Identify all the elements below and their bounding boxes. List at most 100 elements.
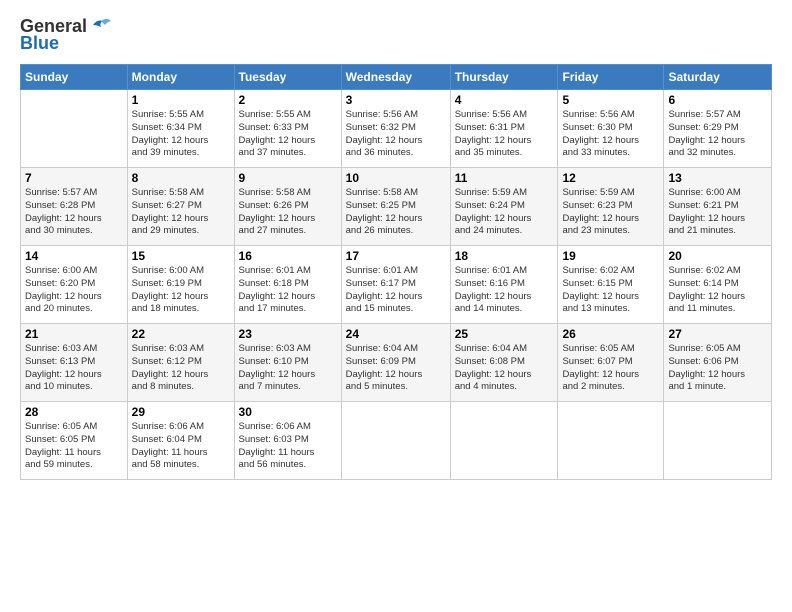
cell-2-5: 11 Sunrise: 5:59 AMSunset: 6:24 PMDayligh… (450, 168, 558, 246)
logo-bird-icon (89, 17, 111, 33)
header-row: SundayMondayTuesdayWednesdayThursdayFrid… (21, 65, 772, 90)
cell-4-4: 24 Sunrise: 6:04 AMSunset: 6:09 PMDayligh… (341, 324, 450, 402)
logo: General Blue (20, 16, 111, 54)
day-number: 30 (239, 405, 337, 419)
cell-content: Sunrise: 6:02 AMSunset: 6:15 PMDaylight:… (562, 265, 659, 316)
col-header-wednesday: Wednesday (341, 65, 450, 90)
cell-content: Sunrise: 6:05 AMSunset: 6:06 PMDaylight:… (668, 343, 767, 394)
day-number: 18 (455, 249, 554, 263)
cell-1-2: 1 Sunrise: 5:55 AMSunset: 6:34 PMDaylight… (127, 90, 234, 168)
cell-1-5: 4 Sunrise: 5:56 AMSunset: 6:31 PMDaylight… (450, 90, 558, 168)
day-number: 10 (346, 171, 446, 185)
week-row-1: 1 Sunrise: 5:55 AMSunset: 6:34 PMDaylight… (21, 90, 772, 168)
cell-5-2: 29Sunrise: 6:06 AMSunset: 6:04 PMDayligh… (127, 402, 234, 480)
cell-content: Sunrise: 6:06 AMSunset: 6:03 PMDaylight:… (239, 421, 337, 472)
cell-5-5 (450, 402, 558, 480)
calendar-table: SundayMondayTuesdayWednesdayThursdayFrid… (20, 64, 772, 480)
cell-content: Sunrise: 6:00 AMSunset: 6:19 PMDaylight:… (132, 265, 230, 316)
cell-5-1: 28 Sunrise: 6:05 AMSunset: 6:05 PMDayligh… (21, 402, 128, 480)
cell-4-1: 21 Sunrise: 6:03 AMSunset: 6:13 PMDayligh… (21, 324, 128, 402)
cell-2-7: 13 Sunrise: 6:00 AMSunset: 6:21 PMDayligh… (664, 168, 772, 246)
day-number: 3 (346, 93, 446, 107)
cell-content: Sunrise: 6:04 AMSunset: 6:09 PMDaylight:… (346, 343, 446, 394)
day-number: 11 (455, 171, 554, 185)
cell-5-7 (664, 402, 772, 480)
cell-4-3: 23Sunrise: 6:03 AMSunset: 6:10 PMDayligh… (234, 324, 341, 402)
day-number: 2 (239, 93, 337, 107)
day-number: 25 (455, 327, 554, 341)
cell-5-3: 30 Sunrise: 6:06 AMSunset: 6:03 PMDayligh… (234, 402, 341, 480)
week-row-5: 28 Sunrise: 6:05 AMSunset: 6:05 PMDayligh… (21, 402, 772, 480)
cell-2-1: 7 Sunrise: 5:57 AMSunset: 6:28 PMDaylight… (21, 168, 128, 246)
cell-content: Sunrise: 5:56 AMSunset: 6:32 PMDaylight:… (346, 109, 446, 160)
cell-3-5: 18 Sunrise: 6:01 AMSunset: 6:16 PMDayligh… (450, 246, 558, 324)
cell-4-5: 25 Sunrise: 6:04 AMSunset: 6:08 PMDayligh… (450, 324, 558, 402)
day-number: 4 (455, 93, 554, 107)
cell-3-1: 14Sunrise: 6:00 AMSunset: 6:20 PMDayligh… (21, 246, 128, 324)
day-number: 19 (562, 249, 659, 263)
cell-content: Sunrise: 5:57 AMSunset: 6:28 PMDaylight:… (25, 187, 123, 238)
cell-content: Sunrise: 5:59 AMSunset: 6:24 PMDaylight:… (455, 187, 554, 238)
day-number: 9 (239, 171, 337, 185)
cell-content: Sunrise: 5:57 AMSunset: 6:29 PMDaylight:… (668, 109, 767, 160)
day-number: 7 (25, 171, 123, 185)
day-number: 20 (668, 249, 767, 263)
cell-content: Sunrise: 5:59 AMSunset: 6:23 PMDaylight:… (562, 187, 659, 238)
cell-content: Sunrise: 6:02 AMSunset: 6:14 PMDaylight:… (668, 265, 767, 316)
day-number: 26 (562, 327, 659, 341)
cell-content: Sunrise: 5:55 AMSunset: 6:34 PMDaylight:… (132, 109, 230, 160)
page: General Blue SundayMondayTuesdayWednesda… (0, 0, 792, 612)
cell-3-3: 16 Sunrise: 6:01 AMSunset: 6:18 PMDayligh… (234, 246, 341, 324)
day-number: 22 (132, 327, 230, 341)
day-number: 21 (25, 327, 123, 341)
cell-content: Sunrise: 6:03 AMSunset: 6:12 PMDaylight:… (132, 343, 230, 394)
header: General Blue (20, 16, 772, 54)
col-header-saturday: Saturday (664, 65, 772, 90)
week-row-4: 21 Sunrise: 6:03 AMSunset: 6:13 PMDayligh… (21, 324, 772, 402)
cell-content: Sunrise: 6:03 AMSunset: 6:13 PMDaylight:… (25, 343, 123, 394)
cell-content: Sunrise: 5:56 AMSunset: 6:31 PMDaylight:… (455, 109, 554, 160)
day-number: 16 (239, 249, 337, 263)
cell-3-4: 17 Sunrise: 6:01 AMSunset: 6:17 PMDayligh… (341, 246, 450, 324)
cell-3-6: 19 Sunrise: 6:02 AMSunset: 6:15 PMDayligh… (558, 246, 664, 324)
day-number: 23 (239, 327, 337, 341)
day-number: 15 (132, 249, 230, 263)
cell-content: Sunrise: 6:05 AMSunset: 6:05 PMDaylight:… (25, 421, 123, 472)
day-number: 24 (346, 327, 446, 341)
col-header-friday: Friday (558, 65, 664, 90)
cell-2-2: 8Sunrise: 5:58 AMSunset: 6:27 PMDaylight… (127, 168, 234, 246)
logo-blue: Blue (20, 33, 59, 54)
col-header-sunday: Sunday (21, 65, 128, 90)
cell-content: Sunrise: 5:58 AMSunset: 6:26 PMDaylight:… (239, 187, 337, 238)
day-number: 8 (132, 171, 230, 185)
cell-1-1 (21, 90, 128, 168)
day-number: 28 (25, 405, 123, 419)
day-number: 13 (668, 171, 767, 185)
cell-content: Sunrise: 6:00 AMSunset: 6:21 PMDaylight:… (668, 187, 767, 238)
cell-content: Sunrise: 6:01 AMSunset: 6:16 PMDaylight:… (455, 265, 554, 316)
cell-4-6: 26 Sunrise: 6:05 AMSunset: 6:07 PMDayligh… (558, 324, 664, 402)
cell-1-4: 3 Sunrise: 5:56 AMSunset: 6:32 PMDaylight… (341, 90, 450, 168)
cell-content: Sunrise: 6:01 AMSunset: 6:17 PMDaylight:… (346, 265, 446, 316)
day-number: 29 (132, 405, 230, 419)
cell-content: Sunrise: 6:05 AMSunset: 6:07 PMDaylight:… (562, 343, 659, 394)
cell-2-4: 10Sunrise: 5:58 AMSunset: 6:25 PMDayligh… (341, 168, 450, 246)
cell-content: Sunrise: 6:04 AMSunset: 6:08 PMDaylight:… (455, 343, 554, 394)
cell-3-2: 15 Sunrise: 6:00 AMSunset: 6:19 PMDayligh… (127, 246, 234, 324)
week-row-2: 7 Sunrise: 5:57 AMSunset: 6:28 PMDaylight… (21, 168, 772, 246)
cell-1-6: 5 Sunrise: 5:56 AMSunset: 6:30 PMDaylight… (558, 90, 664, 168)
day-number: 6 (668, 93, 767, 107)
cell-content: Sunrise: 6:01 AMSunset: 6:18 PMDaylight:… (239, 265, 337, 316)
day-number: 17 (346, 249, 446, 263)
day-number: 12 (562, 171, 659, 185)
week-row-3: 14Sunrise: 6:00 AMSunset: 6:20 PMDayligh… (21, 246, 772, 324)
day-number: 5 (562, 93, 659, 107)
cell-4-2: 22 Sunrise: 6:03 AMSunset: 6:12 PMDayligh… (127, 324, 234, 402)
cell-5-6 (558, 402, 664, 480)
cell-1-3: 2 Sunrise: 5:55 AMSunset: 6:33 PMDaylight… (234, 90, 341, 168)
col-header-thursday: Thursday (450, 65, 558, 90)
cell-content: Sunrise: 5:56 AMSunset: 6:30 PMDaylight:… (562, 109, 659, 160)
cell-content: Sunrise: 5:55 AMSunset: 6:33 PMDaylight:… (239, 109, 337, 160)
cell-3-7: 20 Sunrise: 6:02 AMSunset: 6:14 PMDayligh… (664, 246, 772, 324)
day-number: 1 (132, 93, 230, 107)
